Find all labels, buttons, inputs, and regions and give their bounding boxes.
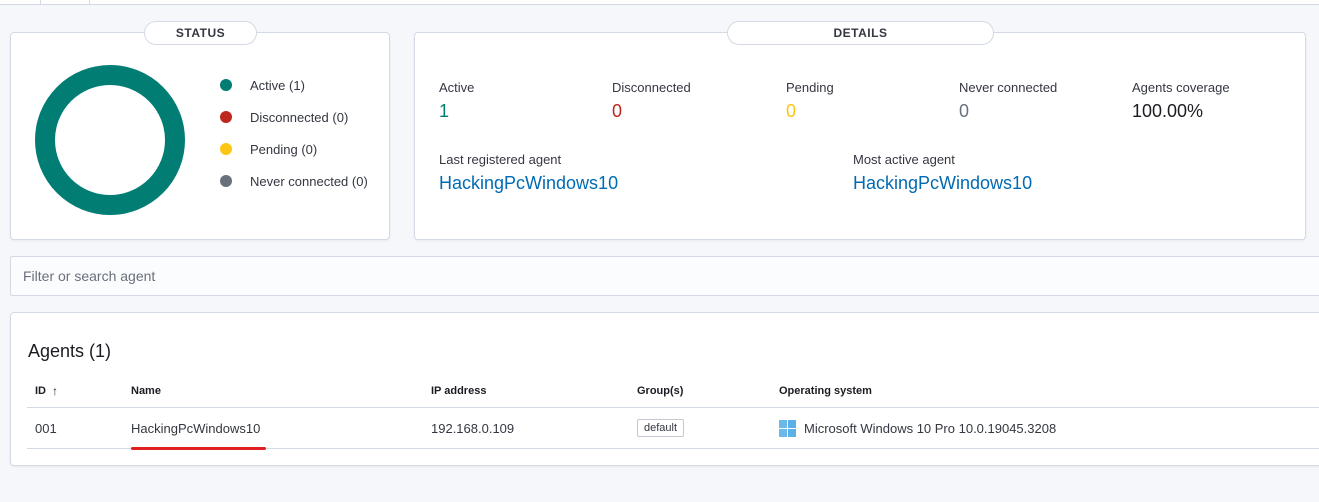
details-panel-title: DETAILS [727, 21, 994, 45]
stat-label: Agents coverage [1132, 80, 1230, 95]
status-donut-chart [35, 65, 185, 215]
stat-label: Disconnected [612, 80, 691, 95]
legend-dot-never-connected [220, 175, 232, 187]
red-underline-annotation [131, 447, 266, 450]
agent-search-input[interactable] [11, 257, 1319, 295]
most-active-agent-label: Most active agent [853, 152, 955, 167]
stat-value[interactable]: 1 [439, 101, 474, 122]
agent-group-cell: default [637, 408, 685, 448]
stat-value[interactable]: 0 [786, 101, 834, 122]
legend-label: Disconnected (0) [250, 109, 349, 125]
stat-disconnected: Disconnected 0 [612, 80, 691, 122]
status-legend: Active (1) Disconnected (0) Pending (0) … [220, 69, 368, 197]
last-registered-agent: Last registered agent HackingPcWindows10 [439, 152, 618, 194]
windows-icon [779, 419, 796, 437]
sort-ascending-icon: ↑ [52, 384, 58, 398]
legend-dot-active [220, 79, 232, 91]
legend-item-never-connected[interactable]: Never connected (0) [220, 165, 368, 197]
stat-active: Active 1 [439, 80, 474, 122]
top-tab-bar [0, 0, 1319, 5]
legend-item-pending[interactable]: Pending (0) [220, 133, 368, 165]
agent-os: Microsoft Windows 10 Pro 10.0.19045.3208 [804, 420, 1057, 436]
agent-os-cell: Microsoft Windows 10 Pro 10.0.19045.3208 [779, 408, 1056, 448]
stat-label: Pending [786, 80, 834, 95]
column-header-groups[interactable]: Group(s) [637, 375, 683, 407]
stat-never-connected: Never connected 0 [959, 80, 1057, 122]
agents-heading: Agents (1) [28, 341, 112, 361]
tab-separator [40, 0, 41, 4]
column-header-id[interactable]: ID ↑ [35, 375, 58, 407]
most-active-agent: Most active agent HackingPcWindows10 [853, 152, 1032, 194]
column-header-ip[interactable]: IP address [431, 375, 486, 407]
stat-value[interactable]: 0 [612, 101, 691, 122]
table-row[interactable]: 001 HackingPcWindows10 192.168.0.109 def… [27, 408, 1319, 450]
agent-search-bar [10, 256, 1319, 296]
stat-value[interactable]: 0 [959, 101, 1057, 122]
legend-label: Never connected (0) [250, 173, 368, 189]
legend-label: Active (1) [250, 77, 305, 93]
most-active-agent-link[interactable]: HackingPcWindows10 [853, 173, 1032, 194]
stat-label: Never connected [959, 80, 1058, 95]
legend-item-active[interactable]: Active (1) [220, 69, 368, 101]
agents-panel: Agents (1) ID ↑ Name IP address Group(s)… [10, 312, 1319, 466]
agent-name-cell: HackingPcWindows10 [131, 408, 260, 448]
column-header-name[interactable]: Name [131, 375, 161, 407]
status-panel: STATUS Active (1) Disconnected (0) Pendi… [10, 21, 390, 240]
agent-ip: 192.168.0.109 [431, 420, 515, 436]
details-panel: DETAILS Active 1 Disconnected 0 Pending … [414, 21, 1306, 240]
legend-dot-disconnected [220, 111, 232, 123]
column-header-os[interactable]: Operating system [779, 375, 872, 407]
last-registered-agent-link[interactable]: HackingPcWindows10 [439, 173, 618, 194]
table-header-row: ID ↑ Name IP address Group(s) Operating … [27, 375, 1319, 408]
stat-agents-coverage: Agents coverage 100.00% [1132, 80, 1230, 122]
status-panel-title: STATUS [144, 21, 257, 45]
agent-id: 001 [35, 420, 57, 436]
legend-item-disconnected[interactable]: Disconnected (0) [220, 101, 368, 133]
legend-label: Pending (0) [250, 141, 318, 157]
tab-separator [89, 0, 90, 4]
stat-value: 100.00% [1132, 101, 1204, 121]
stat-label: Active [439, 80, 475, 95]
agents-table: ID ↑ Name IP address Group(s) Operating … [27, 375, 1319, 450]
agent-name-link[interactable]: HackingPcWindows10 [131, 421, 260, 436]
legend-dot-pending [220, 143, 232, 155]
group-badge[interactable]: default [637, 419, 685, 437]
column-header-label: ID [35, 385, 46, 397]
stat-pending: Pending 0 [786, 80, 834, 122]
last-registered-agent-label: Last registered agent [439, 152, 562, 167]
